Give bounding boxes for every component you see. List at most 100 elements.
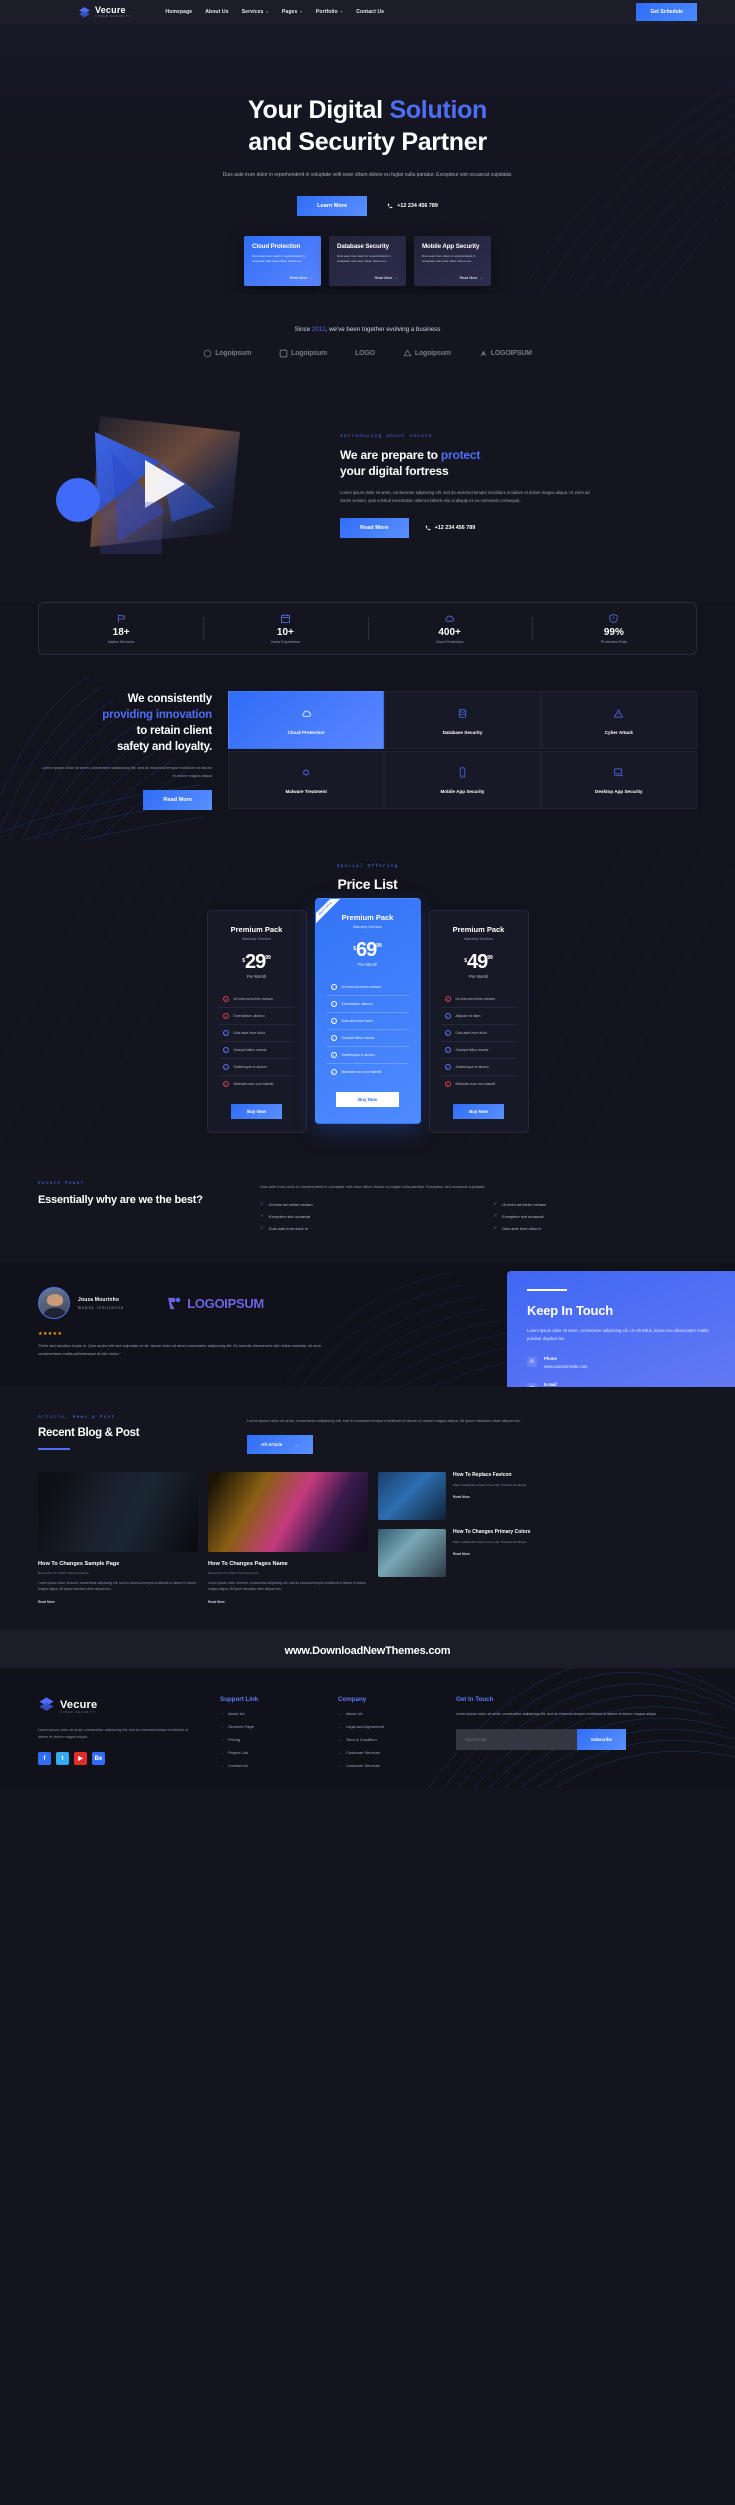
services-read-more-button[interactable]: Read More xyxy=(143,790,212,811)
price-feature-label: Exercitation ullamco xyxy=(341,1002,373,1007)
subscribe-button[interactable]: Subscribe xyxy=(576,1729,626,1751)
footer-link-pricing[interactable]: → Pricing xyxy=(220,1737,316,1742)
price-feature: ✓ Exercitation ullamco xyxy=(326,996,409,1014)
cross-icon: ✕ xyxy=(444,996,451,1003)
hero-card-title: Database Security xyxy=(337,243,389,250)
footer-link-project-list[interactable]: → Project List xyxy=(220,1750,316,1755)
nav-item-homepage[interactable]: Homepage xyxy=(165,9,192,15)
hero-card-database-security[interactable]: Database Security Duis aute irure dolor … xyxy=(329,236,406,286)
blog-post-small-2[interactable]: How To Changes Primary Colors Diam solli… xyxy=(378,1529,697,1578)
nav-item-portfolio[interactable]: Portfolio ▼ xyxy=(316,9,343,15)
post-read-more[interactable]: Read More xyxy=(208,1600,368,1604)
price-feature-label: Suscipit tellus mauris xyxy=(233,1048,267,1053)
about-actions: Read More +12 234 456 789 xyxy=(340,517,640,538)
client-logo-row: Logoipsum Logoipsum LOGO Logoipsum LOGOI… xyxy=(0,349,735,358)
youtube-icon[interactable]: ▶ xyxy=(74,1752,87,1766)
post-read-more[interactable]: Read More xyxy=(38,1600,198,1604)
nav-item-contact-us[interactable]: Contact Us xyxy=(356,9,384,15)
why-body: Duis aute irure dolor in reprehenderit i… xyxy=(260,1184,486,1190)
arrow-right-icon: → xyxy=(338,1737,342,1743)
price-feature: ✕ Ut enim ad minim veniam xyxy=(218,991,295,1009)
blog-post-large-2[interactable]: How To Changes Pages Name November 17, 2… xyxy=(208,1472,368,1604)
blog-post-large-1[interactable]: How To Changes Sample Page November 17, … xyxy=(38,1472,198,1604)
stat-value: 18+ xyxy=(112,627,130,638)
footer-col-title: Support Link xyxy=(220,1696,259,1704)
hero-title: Your Digital Solution and Security Partn… xyxy=(0,94,735,158)
footer-link-label: About Us xyxy=(228,1711,245,1717)
service-name: Desktop App Security xyxy=(595,789,643,795)
post-read-more[interactable]: Read More xyxy=(453,1552,530,1556)
footer-link-contact-us[interactable]: → Contact Us xyxy=(220,1763,316,1768)
price-card-featured[interactable]: BEST SALE Premium Pack Warranty Services… xyxy=(314,898,421,1125)
hero-card-mobile-app-security[interactable]: Mobile App Security Duis aute irure dolo… xyxy=(414,236,491,286)
buy-now-button[interactable]: Buy Now xyxy=(231,1104,282,1120)
check-icon: ✓ xyxy=(444,1030,451,1037)
stat-cloud-protection: 400+ Cloud Protection xyxy=(367,613,532,644)
footer-col-title: Get In Touch xyxy=(456,1696,494,1704)
flag-icon xyxy=(39,613,203,624)
nav-item-about-us[interactable]: About Us xyxy=(205,9,228,15)
arrow-right-icon: → xyxy=(220,1750,224,1756)
hero-card-desc: Duis aute irure dolor in reprehenderit i… xyxy=(337,254,391,264)
price-amount: 69 xyxy=(355,939,377,962)
facebook-icon[interactable]: f xyxy=(38,1752,51,1766)
chevron-down-icon: ▼ xyxy=(339,10,344,14)
hero-phone-link[interactable]: +12 234 456 789 xyxy=(387,203,438,209)
nav-item-pages[interactable]: Pages ▼ xyxy=(282,9,303,15)
service-database-security[interactable]: Database Security xyxy=(384,691,541,749)
warning-icon xyxy=(613,706,624,724)
hero-card-read-more[interactable]: Read More → xyxy=(290,276,313,280)
check-icon: ✓ xyxy=(222,1030,229,1037)
footer-logo[interactable]: Vecure CYBER SECURITY xyxy=(38,1696,198,1718)
price-feature: ✕ Ut enim ad minim veniam xyxy=(440,991,517,1009)
blog-post-small-1[interactable]: How To Replace Favicon Diam sollicitudin… xyxy=(378,1472,697,1521)
price-amount-group: $ 69 99 xyxy=(327,939,409,962)
buy-now-button[interactable]: Buy Now xyxy=(453,1104,504,1120)
about-read-more-button[interactable]: Read More xyxy=(340,517,409,538)
footer-link-customer-services-1[interactable]: → Customer Services xyxy=(338,1750,434,1755)
footer-link-customer-services-2[interactable]: → Customer Services xyxy=(338,1763,434,1768)
hero-card-read-more[interactable]: Read More → xyxy=(375,276,398,280)
footer-link-about-us[interactable]: → About Us xyxy=(220,1711,316,1716)
all-article-label: All Article xyxy=(261,1442,283,1448)
get-schedule-button[interactable]: Get Schedule xyxy=(636,3,697,21)
nav-item-services[interactable]: Services ▼ xyxy=(242,9,269,15)
service-mobile-app-security[interactable]: Mobile App Security xyxy=(384,750,541,809)
price-amount: 29 xyxy=(244,951,266,974)
service-cloud-protection[interactable]: Cloud Protection xyxy=(228,691,385,749)
contact-value[interactable]: www.awesomesite.com xyxy=(544,1364,588,1369)
price-card-pro[interactable]: Premium Pack Warranty Services $ 49 99 P… xyxy=(428,910,529,1134)
site-header: Vecure CYBER SECURITY Homepage About Us … xyxy=(0,0,735,24)
learn-more-button[interactable]: Learn More xyxy=(297,196,368,216)
site-logo[interactable]: Vecure CYBER SECURITY xyxy=(78,5,131,19)
price-feature-label: Suscipit tellus mauris xyxy=(455,1048,489,1053)
service-desktop-app-security[interactable]: Desktop App Security xyxy=(540,750,697,809)
behance-icon[interactable]: Be xyxy=(92,1752,105,1766)
check-icon: ✓ xyxy=(493,1201,498,1207)
check-icon: ✓ xyxy=(330,1052,337,1059)
post-thumbnail xyxy=(38,1472,198,1553)
buy-now-button[interactable]: Buy Now xyxy=(336,1092,399,1108)
price-card-basic[interactable]: Premium Pack Warranty Services $ 29 99 P… xyxy=(206,910,307,1134)
footer-link-services-page[interactable]: → Services Page xyxy=(220,1724,316,1729)
price-feature: ✓ Ut enim ad minim veniam xyxy=(326,979,409,997)
arrow-right-icon: → xyxy=(220,1724,224,1730)
email-input[interactable] xyxy=(456,1729,577,1751)
about-phone-link[interactable]: +12 234 456 789 xyxy=(425,525,475,531)
price-feature-label: Suscipit tellus mauris xyxy=(341,1036,375,1041)
blog-header-left: Article, News & Post Recent Blog & Post xyxy=(38,1415,223,1454)
pricing-section: Special Offering Price List Premium Pack… xyxy=(0,840,735,1159)
all-article-button[interactable]: All Article → xyxy=(247,1435,313,1455)
footer-link-legal-agreement[interactable]: → Legal and Agreement xyxy=(338,1724,434,1729)
hero-card-cloud-protection[interactable]: Cloud Protection Duis aute irure dolor i… xyxy=(244,236,321,286)
footer-support-links: Support Link → About Us → Services Page → P… xyxy=(220,1696,316,1768)
arrow-right-icon: → xyxy=(338,1750,342,1756)
footer-link-company-about-us[interactable]: → About Us xyxy=(338,1711,434,1716)
hero-card-read-more[interactable]: Read More → xyxy=(460,276,483,280)
service-cyber-attack[interactable]: Cyber Attack xyxy=(540,691,697,749)
twitter-icon[interactable]: t xyxy=(56,1752,69,1766)
service-name: Malware Treatment xyxy=(285,789,327,795)
service-malware-treatment[interactable]: Malware Treatment xyxy=(228,750,385,809)
footer-link-term-condition[interactable]: → Term & Condition xyxy=(338,1737,434,1742)
post-read-more[interactable]: Read More xyxy=(453,1495,526,1499)
